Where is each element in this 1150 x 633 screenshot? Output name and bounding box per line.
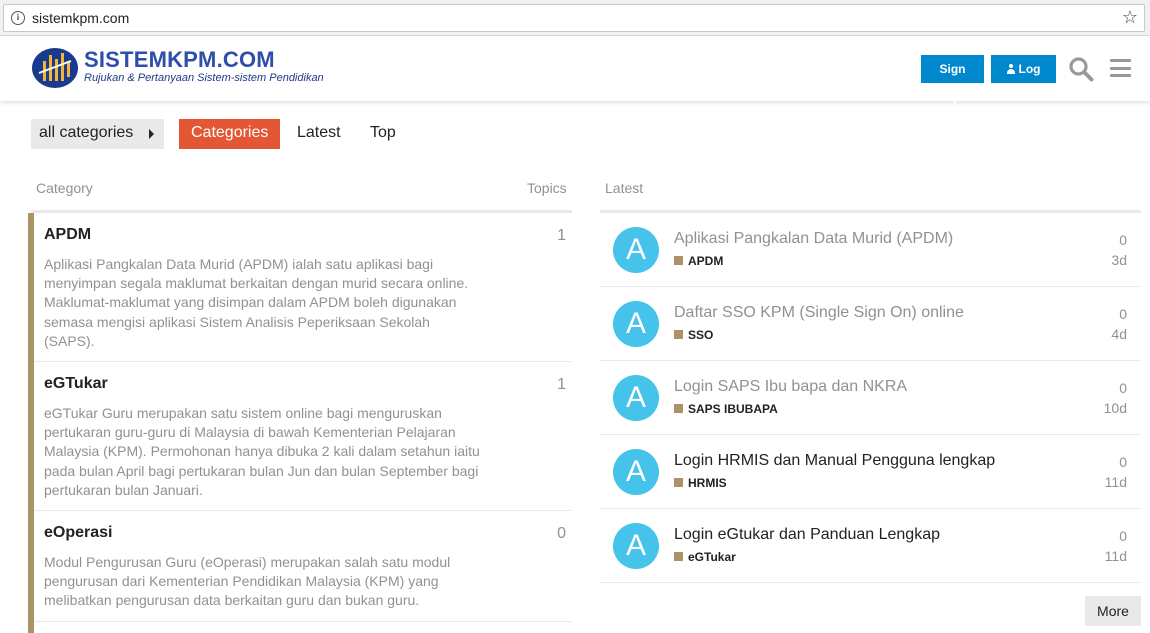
category-description: eGTukar Guru merupakan satu sistem onlin…	[44, 405, 480, 498]
topic-post-count: 0	[1119, 454, 1127, 470]
log-in-label: Log In	[1018, 62, 1041, 104]
more-button[interactable]: More	[1085, 596, 1141, 626]
category-badge-label: APDM	[688, 254, 724, 268]
category-swatch	[674, 478, 683, 487]
topic-row[interactable]: A Login SAPS Ibu bapa dan NKRA SAPS IBUB…	[600, 361, 1141, 435]
category-name[interactable]: APDM	[44, 226, 91, 244]
topic-row[interactable]: A Aplikasi Pangkalan Data Murid (APDM) A…	[600, 213, 1141, 287]
category-badge[interactable]: SSO	[674, 328, 713, 342]
topic-post-count: 0	[1119, 306, 1127, 322]
category-row[interactable]: eOperasi 0 Modul Pengurusan Guru (eOpera…	[28, 511, 572, 633]
url-text[interactable]: sistemkpm.com	[32, 10, 129, 26]
category-badge-label: SSO	[688, 328, 714, 342]
topic-age[interactable]: 3d	[1111, 252, 1127, 268]
category-description: Aplikasi Pangkalan Data Murid (APDM) ial…	[44, 256, 469, 349]
category-topic-count: 1	[557, 227, 566, 244]
topics-column-header: Topics	[527, 180, 567, 196]
category-badge-label: eGTukar	[688, 550, 736, 564]
category-color-bar	[28, 362, 34, 511]
category-topic-count: 0	[557, 525, 566, 542]
info-icon[interactable]: i	[11, 11, 25, 25]
topic-title[interactable]: Login SAPS Ibu bapa dan NKRA	[674, 378, 907, 396]
category-name[interactable]: eGTukar	[44, 375, 108, 393]
tab-categories[interactable]: Categories	[179, 119, 281, 149]
search-icon[interactable]	[1068, 56, 1094, 82]
category-badge[interactable]: HRMIS	[674, 476, 727, 490]
category-badge[interactable]: APDM	[674, 254, 723, 268]
brand-name: SISTEMKPM.COM	[84, 47, 275, 72]
category-row[interactable]: eGTukar 1 eGTukar Guru merupakan satu si…	[28, 362, 572, 511]
latest-column-header: Latest	[605, 180, 644, 196]
category-topic-count: 1	[557, 376, 566, 393]
user-icon	[1006, 64, 1015, 74]
topic-row[interactable]: A Login HRMIS dan Manual Pengguna lengka…	[600, 435, 1141, 509]
topic-title[interactable]: Aplikasi Pangkalan Data Murid (APDM)	[674, 230, 953, 248]
browser-toolbar: i sistemkpm.com ☆	[0, 0, 1150, 36]
hamburger-menu-icon[interactable]	[1110, 59, 1131, 77]
bookmark-star-icon[interactable]: ☆	[1122, 7, 1138, 27]
log-in-button[interactable]: Log In	[991, 55, 1056, 104]
address-bar[interactable]: i sistemkpm.com ☆	[3, 4, 1145, 32]
tab-latest[interactable]: Latest	[285, 119, 353, 149]
topic-row[interactable]: A Daftar SSO KPM (Single Sign On) online…	[600, 287, 1141, 361]
topic-title[interactable]: Login HRMIS dan Manual Pengguna lengkap	[674, 452, 995, 470]
topic-age[interactable]: 11d	[1105, 474, 1127, 490]
category-badge[interactable]: SAPS IBUBAPA	[674, 402, 778, 416]
tab-top[interactable]: Top	[358, 119, 408, 149]
brand[interactable]: SISTEMKPM.COM Rujukan & Pertanyaan Siste…	[84, 47, 324, 84]
user-avatar[interactable]: A	[613, 301, 659, 347]
category-swatch	[674, 256, 683, 265]
site-logo[interactable]	[31, 47, 79, 89]
topic-age[interactable]: 11d	[1105, 548, 1127, 564]
caret-right-icon	[149, 129, 154, 139]
category-badge-label: SAPS IBUBAPA	[688, 402, 778, 416]
category-color-bar	[28, 511, 34, 633]
category-swatch	[674, 552, 683, 561]
topic-title[interactable]: Daftar SSO KPM (Single Sign On) online	[674, 304, 964, 322]
category-badge-label: HRMIS	[688, 476, 727, 490]
sign-up-button[interactable]: Sign Up	[921, 55, 984, 104]
category-dropdown-label: all categories	[39, 124, 134, 141]
category-swatch	[674, 330, 683, 339]
user-avatar[interactable]: A	[613, 375, 659, 421]
user-avatar[interactable]: A	[613, 449, 659, 495]
topic-age[interactable]: 10d	[1104, 400, 1127, 416]
topic-age[interactable]: 4d	[1111, 326, 1127, 342]
topic-post-count: 0	[1119, 528, 1127, 544]
topic-post-count: 0	[1119, 232, 1127, 248]
topic-row[interactable]: A Login eGtukar dan Panduan Lengkap eGTu…	[600, 509, 1141, 583]
user-avatar[interactable]: A	[613, 227, 659, 273]
site-header: SISTEMKPM.COM Rujukan & Pertanyaan Siste…	[0, 37, 1150, 104]
category-dropdown[interactable]: all categories	[31, 119, 164, 149]
category-description: Modul Pengurusan Guru (eOperasi) merupak…	[44, 554, 451, 609]
category-swatch	[674, 404, 683, 413]
topic-title[interactable]: Login eGtukar dan Panduan Lengkap	[674, 526, 940, 544]
brand-tagline: Rujukan & Pertanyaan Sistem-sistem Pendi…	[84, 72, 324, 84]
category-row[interactable]: APDM 1 Aplikasi Pangkalan Data Murid (AP…	[28, 213, 572, 362]
category-column-header: Category	[36, 180, 93, 196]
user-avatar[interactable]: A	[613, 523, 659, 569]
category-name[interactable]: eOperasi	[44, 524, 112, 542]
category-color-bar	[28, 213, 34, 362]
topic-post-count: 0	[1119, 380, 1127, 396]
category-badge[interactable]: eGTukar	[674, 550, 736, 564]
